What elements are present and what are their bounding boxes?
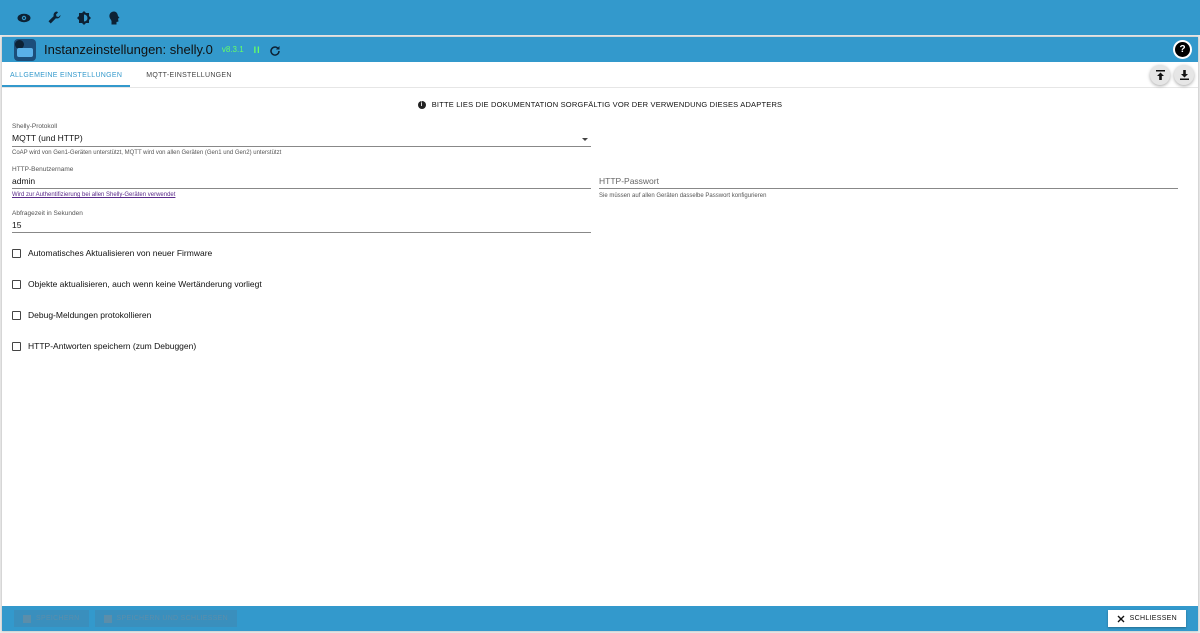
pause-icon[interactable]: II xyxy=(254,45,261,55)
password-input[interactable]: HTTP-Passwort xyxy=(599,176,1178,189)
protocol-help: CoAP wird von Gen1-Geräten unterstützt, … xyxy=(12,150,282,156)
save-button[interactable]: SPEICHERN xyxy=(14,610,89,627)
dialog-header: Instanzeinstellungen: shelly.0 v8.3.1 II… xyxy=(2,37,1198,62)
info-icon: i xyxy=(417,100,426,109)
polling-label: Abfragezeit in Sekunden xyxy=(12,210,83,217)
top-toolbar xyxy=(0,0,1200,35)
username-label: HTTP-Benutzername xyxy=(12,166,74,173)
username-help-link[interactable]: Wird zur Authentifizierung bei allen She… xyxy=(12,192,591,198)
checkbox-box[interactable] xyxy=(12,248,21,258)
tab-general-settings[interactable]: ALLGEMEINE EINSTELLUNGEN xyxy=(2,72,131,87)
protocol-select[interactable]: MQTT (und HTTP) xyxy=(12,133,591,147)
upload-config-button[interactable] xyxy=(1150,65,1170,85)
polling-field: Abfragezeit in Sekunden 15 xyxy=(12,210,591,233)
download-icon xyxy=(1179,70,1189,80)
checkbox-label: HTTP-Antworten speichern (zum Debuggen) xyxy=(28,341,197,351)
version-badge: v8.3.1 xyxy=(221,45,244,54)
close-label: SCHLIESSEN xyxy=(1129,615,1177,622)
polling-input[interactable]: 15 xyxy=(12,220,591,233)
checkbox-label: Automatisches Aktualisieren von neuer Fi… xyxy=(28,248,213,258)
password-field: HTTP-Passwort Sie müssen auf allen Gerät… xyxy=(599,176,1178,199)
chevron-down-icon xyxy=(582,138,588,141)
brightness-icon[interactable] xyxy=(76,10,92,26)
help-button[interactable]: ? xyxy=(1173,40,1192,59)
checkbox-auto-update-firmware[interactable]: Automatisches Aktualisieren von neuer Fi… xyxy=(12,248,212,258)
dialog-footer: SPEICHERN SPEICHERN UND SCHLIESSEN SCHLI… xyxy=(2,606,1198,631)
checkbox-save-http-responses[interactable]: HTTP-Antworten speichern (zum Debuggen) xyxy=(12,341,196,351)
checkbox-box[interactable] xyxy=(12,341,21,351)
save-and-close-button[interactable]: SPEICHERN UND SCHLIESSEN xyxy=(94,610,237,627)
protocol-select-field: Shelly-Protokoll MQTT (und HTTP) CoAP wi… xyxy=(12,123,591,156)
checkbox-update-unchanged[interactable]: Objekte aktualisieren, auch wenn keine W… xyxy=(12,279,262,289)
instance-settings-dialog: Instanzeinstellungen: shelly.0 v8.3.1 II… xyxy=(2,37,1198,631)
documentation-notice: i BITTE LIES DIE DOKUMENTATION SORGFÄLTI… xyxy=(2,100,1198,109)
save-label: SPEICHERN xyxy=(36,615,80,622)
tab-mqtt-settings[interactable]: MQTT-EINSTELLUNGEN xyxy=(138,72,240,87)
checkbox-label: Objekte aktualisieren, auch wenn keine W… xyxy=(28,279,262,289)
expert-mode-icon[interactable] xyxy=(106,10,122,26)
shelly-logo xyxy=(14,38,36,61)
checkbox-box[interactable] xyxy=(12,310,21,320)
eye-icon[interactable] xyxy=(16,10,32,26)
save-icon xyxy=(23,614,31,623)
password-help: Sie müssen auf allen Geräten dasselbe Pa… xyxy=(599,193,767,199)
checkbox-label: Debug-Meldungen protokollieren xyxy=(28,310,152,320)
wrench-icon[interactable] xyxy=(46,10,62,26)
username-field: HTTP-Benutzername admin Wird zur Authent… xyxy=(12,166,591,198)
save-close-label: SPEICHERN UND SCHLIESSEN xyxy=(116,615,228,622)
download-config-button[interactable] xyxy=(1174,65,1194,85)
help-icon: ? xyxy=(1175,42,1190,57)
upload-icon xyxy=(1155,70,1165,80)
close-button[interactable]: SCHLIESSEN xyxy=(1107,610,1186,627)
settings-tabs: ALLGEMEINE EINSTELLUNGEN MQTT-EINSTELLUN… xyxy=(2,62,1198,88)
reload-icon[interactable] xyxy=(269,44,281,56)
protocol-label: Shelly-Protokoll xyxy=(12,123,58,130)
protocol-value: MQTT (und HTTP) xyxy=(12,133,83,143)
close-icon xyxy=(1117,615,1125,622)
checkbox-debug-log[interactable]: Debug-Meldungen protokollieren xyxy=(12,310,151,320)
page-title: Instanzeinstellungen: shelly.0 xyxy=(44,42,213,57)
notice-text: BITTE LIES DIE DOKUMENTATION SORGFÄLTIG … xyxy=(431,100,783,109)
username-input[interactable]: admin xyxy=(12,176,591,189)
checkbox-box[interactable] xyxy=(12,279,21,289)
save-icon xyxy=(103,614,112,623)
